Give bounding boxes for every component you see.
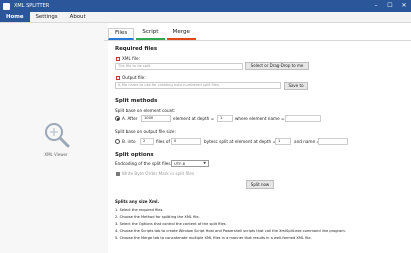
- help-line: 4. Choose the Scripts tab to create Wind…: [115, 229, 346, 233]
- output-file-label: Output file:: [122, 75, 146, 80]
- select-file-button[interactable]: Select or Drag-Drop to me: [245, 62, 309, 70]
- split-now-button[interactable]: Split now: [246, 180, 274, 189]
- element-count-label: Split base on element count:: [115, 108, 176, 113]
- encoding-value: UTF-8: [174, 161, 186, 166]
- window-controls: – ☐ ✕: [369, 0, 411, 12]
- menu-home[interactable]: Home: [0, 12, 30, 22]
- xml-file-label: XML file:: [122, 56, 140, 61]
- help-line: 1. Select the required files.: [115, 208, 164, 212]
- window-title: XML SPLITTER: [14, 3, 50, 9]
- maximize-button[interactable]: ☐: [383, 0, 397, 12]
- output-file-checkbox[interactable]: [116, 76, 120, 80]
- chevron-down-icon: ▼: [203, 161, 206, 165]
- split-methods-heading: Split methods: [115, 98, 158, 104]
- bytes-split-label: bytesc split at element at depth =: [204, 139, 277, 144]
- tab-strip: Files Script Merge: [108, 28, 198, 40]
- close-button[interactable]: ✕: [397, 0, 411, 12]
- xml-file-checkbox[interactable]: [116, 57, 120, 61]
- menu-settings[interactable]: Settings: [30, 12, 64, 22]
- element-name-input[interactable]: [285, 115, 321, 122]
- option-b-label: B. into: [122, 139, 136, 144]
- and-name-label: and name =: [294, 139, 320, 144]
- tab-files[interactable]: Files: [108, 28, 135, 40]
- menu-bar: Home Settings About: [0, 12, 411, 23]
- help-line: 5. Choose the Merge tab to concatenate m…: [115, 236, 312, 240]
- help-line: 2. Choose the Method for splitting the X…: [115, 215, 200, 219]
- output-size-label: Split base on output file size:: [115, 129, 176, 134]
- where-element-name-label: where element name =: [235, 116, 285, 121]
- tab-merge[interactable]: Merge: [166, 28, 196, 40]
- files-count-input[interactable]: 2: [140, 138, 154, 145]
- minimize-button[interactable]: –: [369, 0, 383, 12]
- bom-checkbox[interactable]: [116, 172, 120, 176]
- tab-divider: [104, 40, 411, 41]
- encoding-select[interactable]: UTF-8 ▼: [171, 160, 209, 167]
- element-count-input[interactable]: 1000: [141, 115, 171, 122]
- and-name-input[interactable]: [318, 138, 348, 145]
- xml-file-input[interactable]: The file to be split: [115, 63, 243, 70]
- required-files-heading: Required files: [115, 46, 158, 52]
- help-line: 3. Select the Options that control the c…: [115, 222, 227, 226]
- depth-b-input[interactable]: 1: [275, 138, 291, 145]
- title-bar: XML SPLITTER – ☐ ✕: [0, 0, 411, 12]
- tab-script[interactable]: Script: [136, 28, 165, 40]
- option-a-radio[interactable]: [115, 116, 120, 121]
- menu-about[interactable]: About: [64, 12, 92, 22]
- bom-label: Write Byte Order Mark in split files: [122, 171, 195, 176]
- xml-viewer-icon[interactable]: [42, 120, 70, 148]
- depth-a-input[interactable]: 1: [217, 115, 233, 122]
- encoding-label: Endcoding of the split files: [115, 161, 171, 166]
- option-a-label: A. After: [122, 116, 138, 121]
- file-size-input[interactable]: 0: [171, 138, 201, 145]
- element-at-depth-label: element at depth =: [173, 116, 215, 121]
- app-icon: [3, 2, 10, 10]
- xml-viewer-label: XML Viewer: [44, 152, 68, 157]
- split-options-heading: Split options: [115, 152, 154, 158]
- output-file-input[interactable]: A file name to use for creating auto-num…: [115, 82, 281, 89]
- help-title: Splits any size Xml.: [115, 199, 160, 204]
- files-of-label: files of: [156, 139, 170, 144]
- option-b-radio[interactable]: [115, 139, 120, 144]
- save-to-button[interactable]: Save to: [284, 82, 308, 90]
